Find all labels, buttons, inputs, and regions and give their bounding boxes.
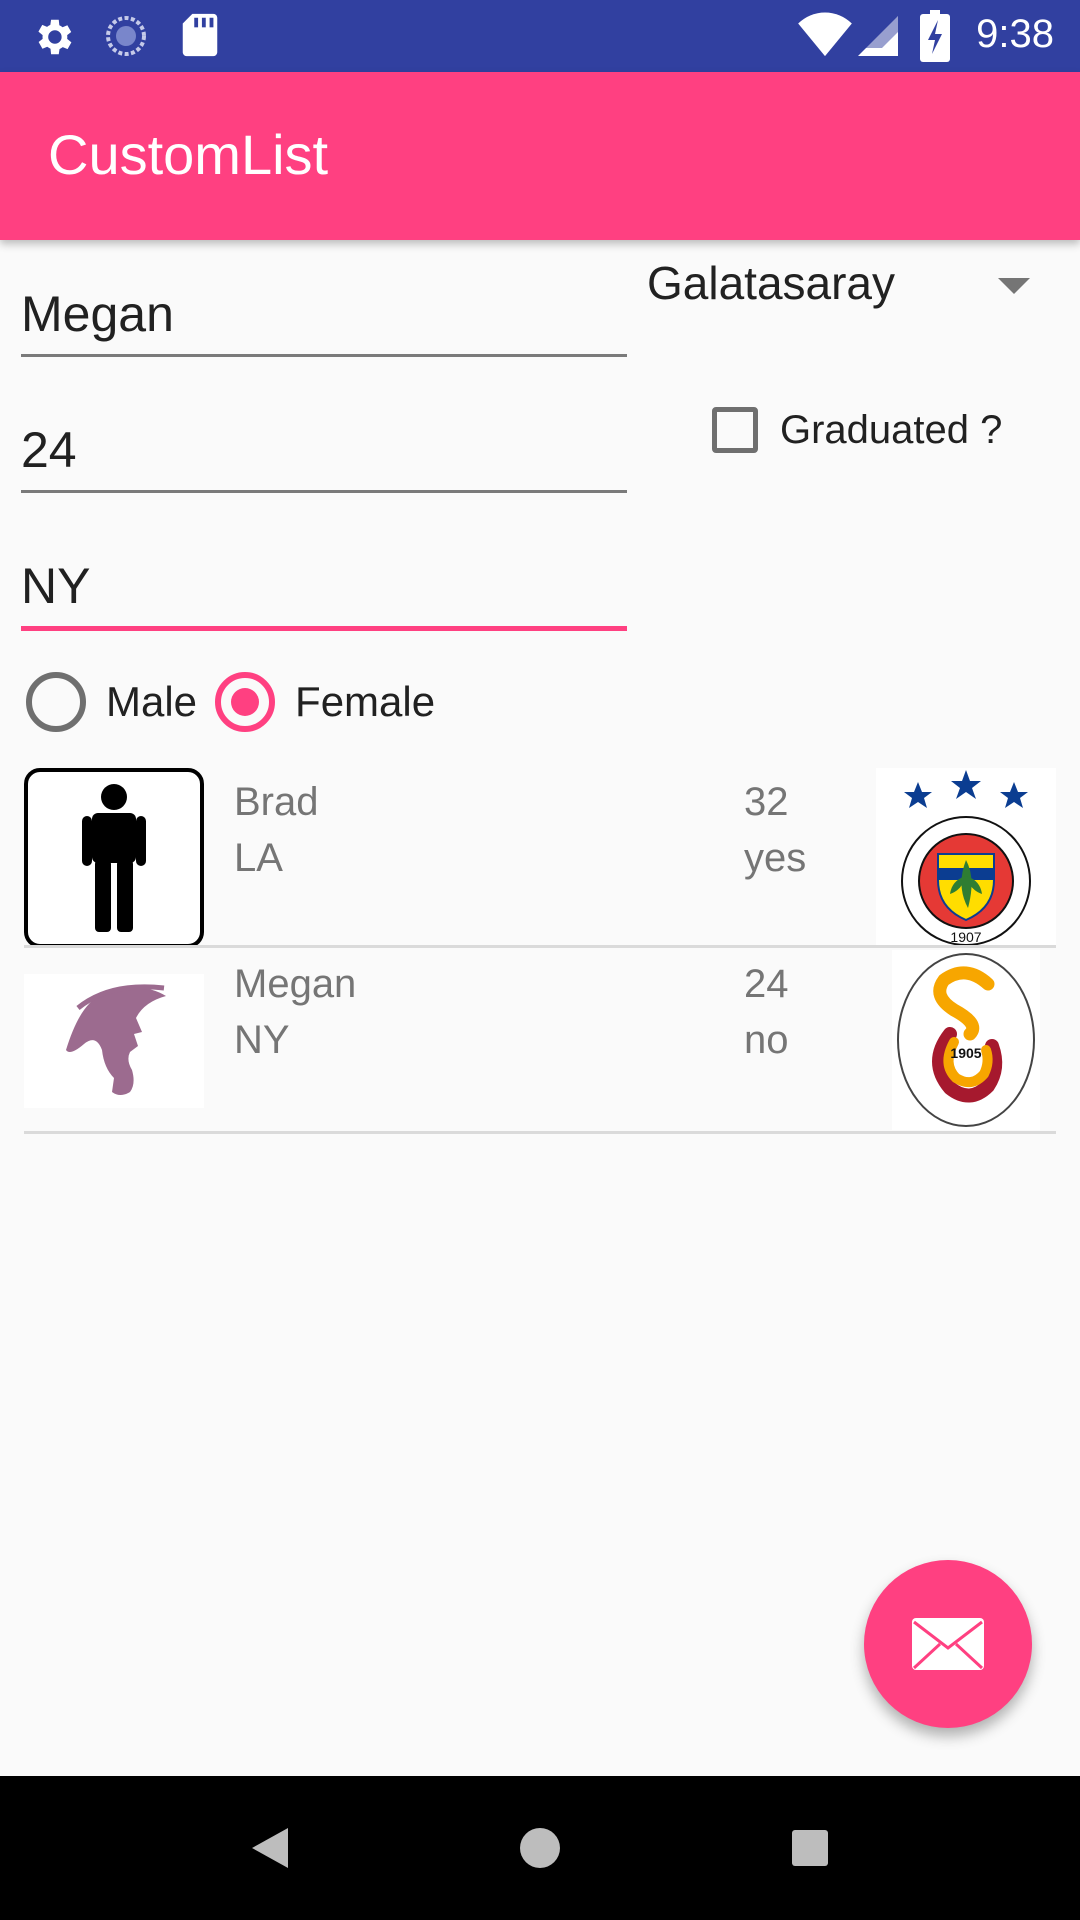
graduated-checkbox[interactable]: Graduated ? xyxy=(712,400,1002,460)
item-age: 24 xyxy=(744,962,789,1006)
battery-charging-icon xyxy=(920,10,950,62)
team-spinner-value: Galatasaray xyxy=(647,257,896,309)
dropdown-arrow-icon xyxy=(998,278,1030,294)
page-title: CustomList xyxy=(48,123,329,186)
name-field xyxy=(21,274,627,357)
fenerbahce-year: 1907 xyxy=(950,929,981,945)
name-input[interactable] xyxy=(21,274,627,354)
female-radio[interactable] xyxy=(215,672,276,732)
age-field xyxy=(21,410,627,493)
wifi-icon xyxy=(798,12,852,57)
city-input[interactable] xyxy=(21,546,627,626)
list-divider xyxy=(24,945,1056,948)
checkbox-icon xyxy=(712,407,758,453)
app-bar: CustomList xyxy=(0,72,1080,240)
galatasaray-year: 1905 xyxy=(950,1045,981,1061)
team-spinner[interactable]: Galatasaray xyxy=(640,250,1060,320)
navigation-bar xyxy=(0,1776,1080,1920)
gear-icon xyxy=(38,19,72,55)
male-person-icon xyxy=(24,768,204,948)
female-silhouette-icon xyxy=(24,974,204,1108)
list-divider xyxy=(24,1131,1056,1134)
female-label: Female xyxy=(295,678,436,725)
signal-icon xyxy=(858,16,898,56)
item-age: 32 xyxy=(744,780,789,824)
back-icon[interactable] xyxy=(230,1776,310,1920)
recents-icon[interactable] xyxy=(770,1776,850,1920)
graduated-label: Graduated ? xyxy=(780,407,1003,452)
list-item[interactable]: Megan NY 24 no 1905 xyxy=(24,950,1056,1134)
mail-icon xyxy=(912,1618,984,1670)
sd-card-icon xyxy=(182,13,218,57)
fenerbahce-logo: 1907 xyxy=(876,768,1056,948)
male-radio[interactable] xyxy=(26,672,86,732)
status-bar: 9:38 xyxy=(0,0,1080,72)
item-city: NY xyxy=(234,1018,290,1062)
status-time: 9:38 xyxy=(976,12,1054,56)
item-city: LA xyxy=(234,836,283,880)
item-name: Megan xyxy=(234,962,357,1006)
age-input[interactable] xyxy=(21,410,627,490)
item-graduated: no xyxy=(744,1018,789,1062)
item-graduated: yes xyxy=(744,836,807,880)
city-field xyxy=(21,546,627,631)
home-icon[interactable] xyxy=(500,1776,580,1920)
list-item[interactable]: Brad LA 32 yes 1907 xyxy=(24,768,1056,948)
male-label: Male xyxy=(106,678,198,725)
mail-fab-button[interactable] xyxy=(864,1560,1032,1728)
gender-radio-group: Male Female xyxy=(26,670,435,734)
item-name: Brad xyxy=(234,780,319,824)
galatasaray-logo: 1905 xyxy=(892,950,1040,1130)
screen: 9:38 CustomList Galatasaray Graduated ? … xyxy=(0,0,1080,1920)
sync-circle-icon xyxy=(106,16,146,56)
